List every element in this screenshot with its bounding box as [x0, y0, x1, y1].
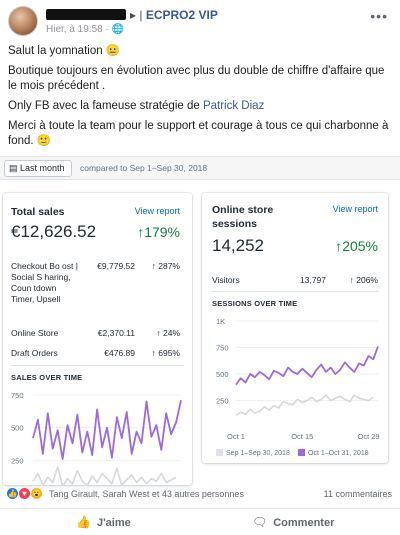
- post-header: ▸ | ECPRO2 VIP Hier, à 19:58 · 🌐 •••: [8, 6, 392, 36]
- post-action-bar: 👍 J'aime 🗨 Commenter: [0, 508, 400, 535]
- y-tick-label: 250: [216, 397, 229, 406]
- x-tick-label: Oct 29: [357, 432, 379, 441]
- series-line-previous: [32, 466, 177, 485]
- more-options-icon[interactable]: •••: [370, 8, 388, 24]
- channel-change: ↑ 24%: [156, 328, 180, 338]
- comment-count-link[interactable]: 11 commentaires: [324, 489, 392, 499]
- total-sales-change: ↑179%: [137, 224, 180, 240]
- y-tick-label: 500: [216, 370, 229, 379]
- author-arrow: ▸: [130, 8, 137, 22]
- legend-current: Oct 1–Oct 31, 2018: [298, 449, 369, 457]
- channel-value: €9,779.52: [97, 261, 135, 271]
- y-tick-label: 750: [11, 391, 24, 400]
- divider: [212, 291, 378, 292]
- y-tick-label: 750: [216, 344, 229, 353]
- comment-button[interactable]: 🗨 Commenter: [252, 515, 334, 529]
- sessions-over-time-chart: 1K 750 500 250 Oct 1 Oct 15 Oct 29: [216, 317, 380, 441]
- online-store-sessions-card: Online store sessions View report 14,252…: [202, 193, 388, 463]
- series-line-current: [32, 400, 182, 460]
- channel-value: €476.89: [104, 348, 135, 358]
- visitors-label: Visitors: [212, 275, 240, 285]
- view-report-link[interactable]: View report: [333, 204, 378, 214]
- calendar-icon: ▤: [9, 163, 21, 173]
- post-body: Salut la yomnation 😐 Boutique toujours e…: [8, 44, 394, 154]
- compare-text: compared to Sep 1–Sep 30, 2018: [80, 163, 208, 173]
- report-filter-bar: ▤ Last month compared to Sep 1–Sep 30, 2…: [0, 156, 400, 180]
- like-button[interactable]: 👍 J'aime: [76, 515, 131, 529]
- chart-title: SALES OVER TIME: [11, 373, 83, 382]
- post-meta: Hier, à 19:58 · 🌐: [46, 24, 124, 35]
- channel-change: ↑ 287%: [151, 261, 180, 271]
- series-line-current: [235, 346, 379, 386]
- legend-swatch-current: [298, 449, 305, 456]
- globe-icon: 🌐: [111, 24, 125, 35]
- divider: [11, 365, 184, 366]
- sessions-value: 14,252: [212, 236, 264, 255]
- post-line: Only FB avec la fameuse stratégie de Pat…: [8, 100, 265, 112]
- legend-previous: Sep 1–Sep 30, 2018: [216, 449, 290, 457]
- channel-change: ↑ 695%: [151, 348, 180, 358]
- author-name-redacted[interactable]: [46, 9, 126, 20]
- mention-link[interactable]: Patrick Diaz: [203, 100, 264, 112]
- chart-title: SESSIONS OVER TIME: [212, 299, 298, 308]
- y-tick-label: 1K: [216, 317, 225, 326]
- channel-label: Online Store: [11, 328, 59, 338]
- total-sales-value: €12,626.52: [11, 222, 97, 241]
- thumbs-up-icon: 👍: [76, 515, 91, 529]
- group-name-link[interactable]: ECPRO2 VIP: [146, 8, 218, 22]
- legend-swatch-previous: [216, 449, 223, 456]
- y-tick-label: 250: [11, 456, 24, 465]
- post-line: Boutique toujours en évolution avec plus…: [8, 65, 385, 92]
- visitors-change: ↑ 206%: [349, 275, 378, 285]
- series-line-previous: [235, 394, 374, 416]
- card-title: Total sales: [11, 206, 65, 218]
- view-report-link[interactable]: View report: [135, 206, 180, 216]
- channel-value: €2,370.11: [97, 328, 135, 338]
- avatar[interactable]: [8, 6, 38, 36]
- visitors-value: 13,797: [300, 275, 326, 285]
- comment-bubble-icon: 🗨: [252, 515, 268, 529]
- author-line: ▸ | ECPRO2 VIP: [46, 8, 218, 22]
- wow-reaction-icon[interactable]: 😮: [30, 487, 43, 500]
- card-title: Online store sessions: [212, 204, 274, 230]
- sessions-change: ↑205%: [335, 238, 378, 254]
- y-tick-label: 500: [11, 424, 24, 433]
- x-tick-label: Oct 15: [291, 432, 313, 441]
- post-time[interactable]: Hier, à 19:58 ·: [46, 24, 112, 35]
- post-line: Salut la yomnation 😐: [8, 45, 121, 57]
- reactors-link[interactable]: Tang Girault, Sarah West et 43 autres pe…: [49, 489, 244, 499]
- post-line: Merci à toute la team pour le support et…: [8, 120, 389, 147]
- channel-label: Checkout Bo ost | Social S haring, Coun …: [11, 261, 78, 304]
- x-tick-label: Oct 1: [227, 432, 245, 441]
- channel-label: Draft Orders: [11, 348, 58, 358]
- total-sales-card: Total sales View report €12,626.52 ↑179%…: [3, 193, 192, 485]
- reactions-bar: 👍 ♥ 😮 Tang Girault, Sarah West et 43 aut…: [0, 484, 400, 504]
- sales-over-time-chart: 750 500 250: [11, 391, 182, 485]
- date-range-button[interactable]: ▤ Last month: [4, 160, 72, 177]
